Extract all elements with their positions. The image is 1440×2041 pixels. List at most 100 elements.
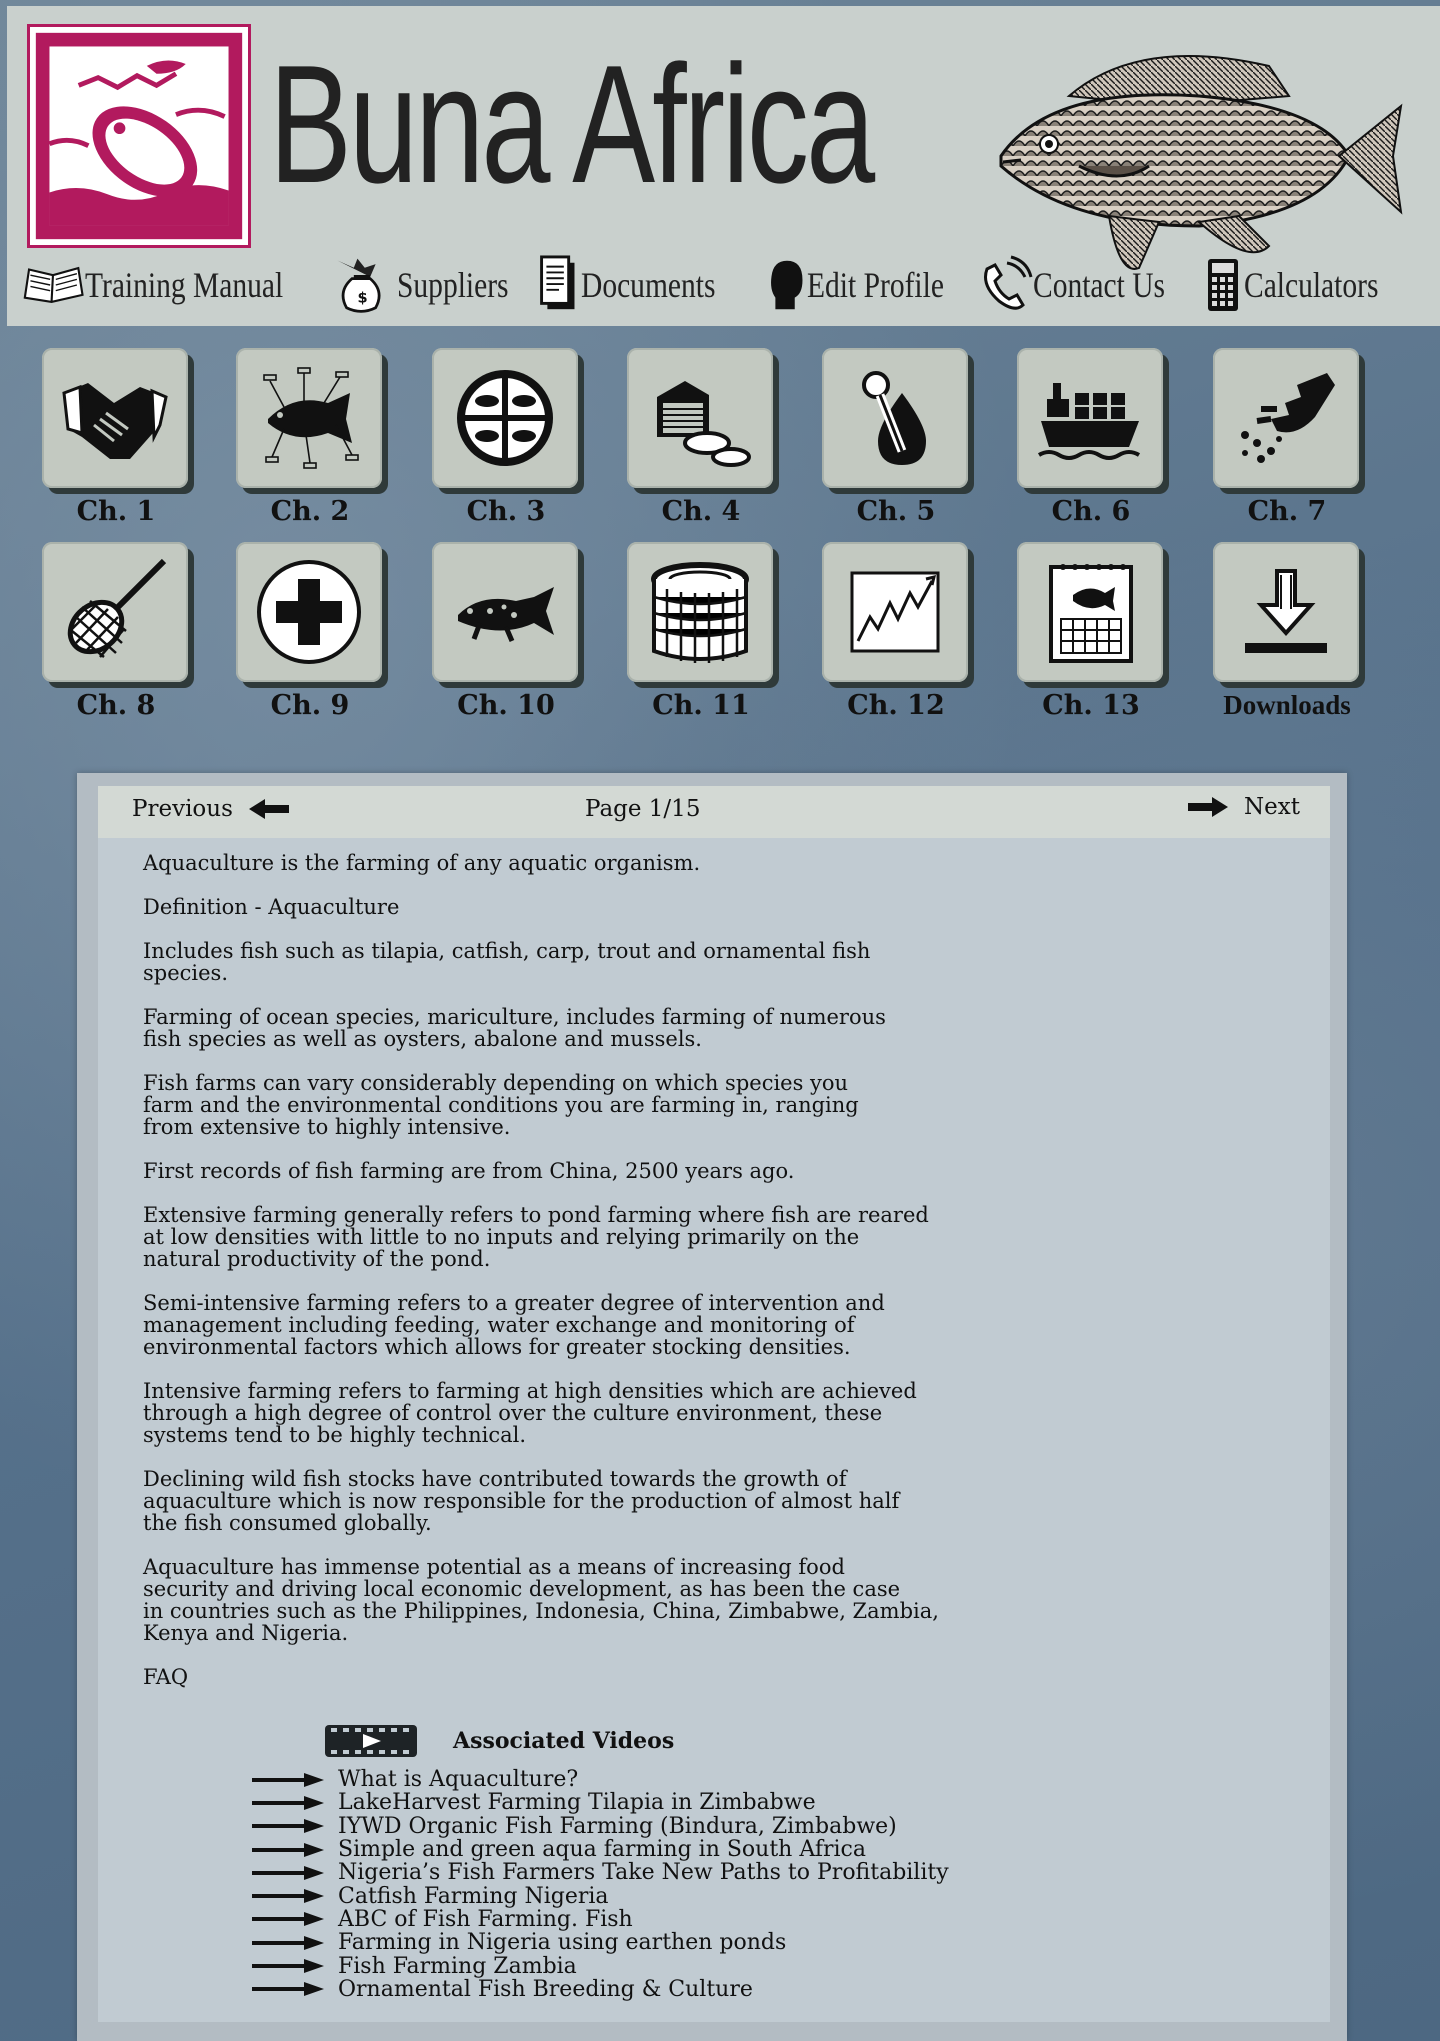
- cargo-ship-icon: [1037, 383, 1141, 460]
- arrow-right-icon: [252, 1842, 324, 1857]
- chapter-tile-frame: [236, 542, 382, 682]
- nav-label: Edit Profile: [807, 265, 944, 305]
- video-link[interactable]: LakeHarvest Farming Tilapia in Zimbabwe: [252, 1790, 949, 1815]
- arrow-right-icon: [252, 1819, 324, 1834]
- video-link[interactable]: IYWD Organic Fish Farming (Bindura, Zimb…: [252, 1813, 949, 1839]
- video-title: Simple and green aqua farming in South A…: [338, 1837, 866, 1863]
- tilapia-illustration: [999, 55, 1403, 270]
- hand-feeding-pellets-icon: [1241, 373, 1335, 463]
- chapter-1-tile[interactable]: Ch. 1: [42, 348, 192, 538]
- chapter-8-tile[interactable]: Ch. 8: [42, 542, 192, 732]
- handshake-icon: [62, 383, 168, 459]
- telephone-icon: [984, 255, 1033, 310]
- chapter-label: Ch. 5: [856, 496, 936, 527]
- chapter-label: Ch. 12: [847, 690, 945, 721]
- chapter-label: Ch. 2: [270, 496, 350, 527]
- chapter-tile-frame: [1017, 348, 1163, 488]
- video-link[interactable]: Catfish Farming Nigeria: [252, 1884, 949, 1909]
- nav-label: Suppliers: [397, 265, 509, 305]
- fishing-net-icon: [67, 558, 167, 658]
- fish-calendar-icon: [1049, 564, 1133, 663]
- buna-logo[interactable]: [27, 24, 251, 248]
- hatchery-tanks-icon: [657, 381, 751, 467]
- chapter-label: Ch. 1: [76, 496, 156, 527]
- previous-button[interactable]: Previous: [132, 796, 291, 822]
- video-link[interactable]: ABC of Fish Farming. Fish: [252, 1906, 949, 1932]
- previous-label: Previous: [132, 796, 233, 822]
- chapter-6-tile[interactable]: Ch. 6: [1017, 348, 1167, 538]
- arrow-right-icon: [1188, 797, 1229, 817]
- chapter-2-tile[interactable]: Ch. 2: [236, 348, 386, 538]
- pager-bar: Previous Page 1/15 Next: [98, 786, 1330, 838]
- calculator-icon: [1208, 259, 1238, 311]
- arrow-right-icon: [252, 1912, 324, 1927]
- video-title: What is Aquaculture?: [338, 1767, 579, 1793]
- chapter-11-tile[interactable]: Ch. 11: [627, 542, 777, 732]
- arrow-right-icon: [252, 1772, 324, 1787]
- money-bag-icon: $: [337, 258, 381, 313]
- chapter-tile-frame: [1213, 542, 1359, 682]
- medical-cross-icon: [257, 560, 361, 664]
- chapter-4-tile[interactable]: Ch. 4: [627, 348, 777, 538]
- diseased-fish-icon: [458, 587, 554, 642]
- nav-label: Training Manual: [85, 265, 284, 305]
- chapter-tile-frame: [822, 348, 968, 488]
- video-link[interactable]: Nigeria’s Fish Farmers Take New Paths to…: [252, 1860, 949, 1885]
- chapter-12-tile[interactable]: Ch. 12: [822, 542, 972, 732]
- nav-label: Calculators: [1244, 265, 1379, 305]
- chapter-label: Ch. 10: [457, 690, 555, 721]
- chapter-label: Ch. 7: [1247, 496, 1327, 527]
- svg-text:$: $: [357, 290, 367, 306]
- associated-videos-title: Associated Videos: [453, 1728, 675, 1754]
- chapter-tile-frame: [627, 348, 773, 488]
- paragraph: Farming of ocean species, mariculture, i…: [143, 1005, 886, 1051]
- chapter-3-tile[interactable]: Ch. 3: [432, 348, 582, 538]
- lesson-content: Aquaculture is the farming of any aquati…: [143, 852, 1323, 1710]
- paragraph: Aquaculture has immense potential as a m…: [143, 1555, 939, 1645]
- video-link[interactable]: Fish Farming Zambia: [252, 1954, 949, 1979]
- arrow-left-icon: [248, 799, 289, 819]
- chapter-7-tile[interactable]: Ch. 7: [1213, 348, 1363, 538]
- nav-documents[interactable]: Documents: [537, 250, 767, 320]
- associated-videos-header: Associated Videos: [323, 1723, 674, 1759]
- fish-anatomy-icon: [263, 367, 359, 469]
- faq-link[interactable]: FAQ: [143, 1666, 1323, 1688]
- chapter-10-tile[interactable]: Ch. 10: [432, 542, 582, 732]
- paragraph: Intensive farming refers to farming at h…: [143, 1379, 917, 1447]
- fish-species-wheel-icon: [457, 370, 553, 466]
- definition-link[interactable]: Definition - Aquaculture: [143, 896, 1323, 918]
- arrow-right-icon: [252, 1959, 324, 1974]
- nav-training-manual[interactable]: Training Manual: [22, 250, 327, 320]
- chapter-label: Ch. 13: [1042, 690, 1140, 721]
- video-title: IYWD Organic Fish Farming (Bindura, Zimb…: [338, 1813, 897, 1839]
- site-header: Buna Africa Training Manual $ Suppliers …: [7, 6, 1440, 326]
- next-button[interactable]: Next: [1186, 794, 1300, 820]
- paragraph: Fish farms can vary considerably dependi…: [143, 1071, 859, 1139]
- nav-suppliers[interactable]: $ Suppliers: [327, 250, 537, 320]
- video-link[interactable]: Farming in Nigeria using earthen ponds: [252, 1930, 949, 1955]
- site-title: Buna Africa: [269, 30, 875, 218]
- download-icon: [1245, 569, 1327, 653]
- page-indicator: Page 1/15: [585, 796, 701, 822]
- chapter-9-tile[interactable]: Ch. 9: [236, 542, 386, 732]
- fish-cage-icon: [651, 562, 749, 663]
- video-link[interactable]: What is Aquaculture?: [252, 1767, 949, 1793]
- nav-calculators[interactable]: Calculators: [1202, 250, 1412, 320]
- video-link[interactable]: Ornamental Fish Breeding & Culture: [252, 1976, 949, 2002]
- chapter-tile-frame: [627, 542, 773, 682]
- downloads-tile[interactable]: Downloads: [1213, 542, 1363, 732]
- chapter-5-tile[interactable]: Ch. 5: [822, 348, 972, 538]
- paragraph: Declining wild fish stocks have contribu…: [143, 1467, 900, 1535]
- chapter-label: Downloads: [1223, 690, 1351, 720]
- chapter-label: Ch. 9: [270, 690, 350, 721]
- nav-edit-profile[interactable]: Edit Profile: [767, 250, 977, 320]
- nav-contact-us[interactable]: Contact Us: [977, 250, 1202, 320]
- video-title: ABC of Fish Farming. Fish: [338, 1906, 633, 1932]
- chapter-tile-frame: [236, 348, 382, 488]
- video-link[interactable]: Simple and green aqua farming in South A…: [252, 1837, 949, 1863]
- chapter-13-tile[interactable]: Ch. 13: [1017, 542, 1167, 732]
- video-title: Ornamental Fish Breeding & Culture: [338, 1976, 753, 2002]
- chapter-tile-frame: [432, 348, 578, 488]
- nav-label: Documents: [581, 265, 716, 305]
- document-icon: [540, 255, 575, 310]
